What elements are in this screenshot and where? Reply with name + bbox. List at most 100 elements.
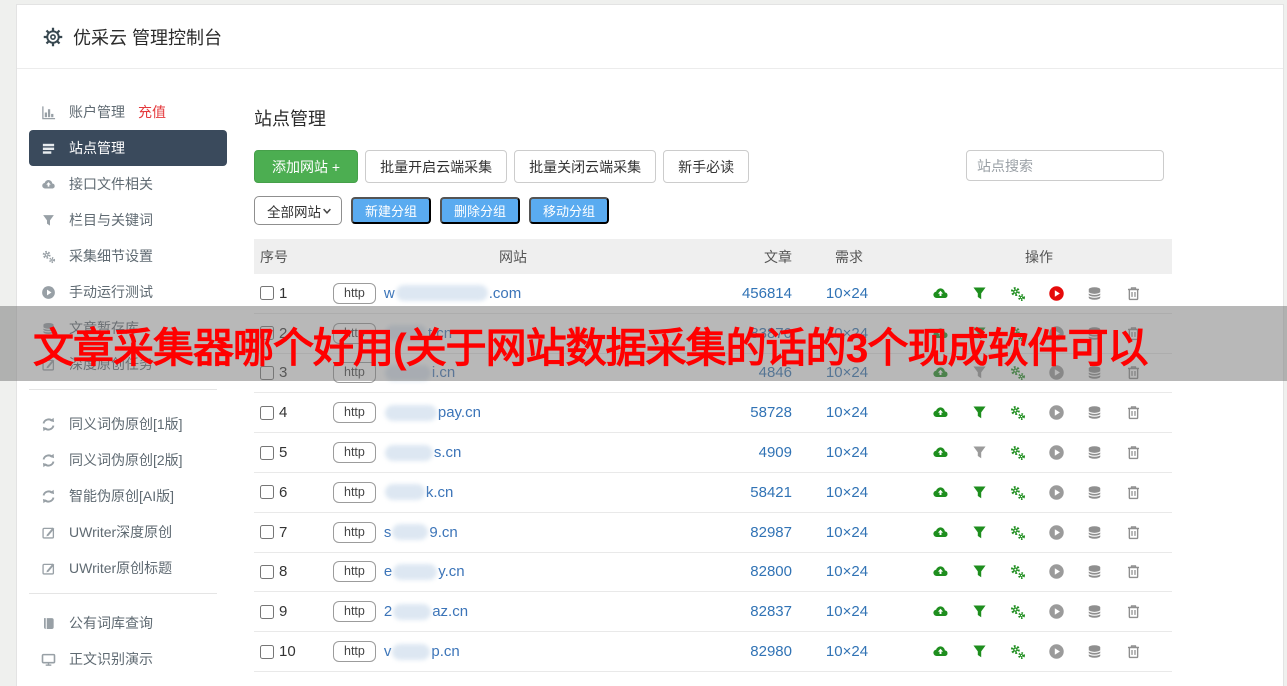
row-checkbox[interactable] — [260, 366, 274, 380]
http-protocol-badge[interactable]: http — [333, 323, 376, 344]
gears-icon[interactable] — [1009, 364, 1026, 381]
http-protocol-badge[interactable]: http — [333, 641, 376, 662]
site-domain[interactable]: pay.cn — [384, 404, 481, 421]
play-icon[interactable] — [1048, 444, 1065, 461]
cloud-upload-icon[interactable] — [932, 364, 949, 381]
site-domain[interactable]: w.com — [384, 285, 521, 302]
cloud-upload-icon[interactable] — [932, 603, 949, 620]
database-icon[interactable] — [1086, 603, 1103, 620]
play-icon[interactable] — [1048, 524, 1065, 541]
http-protocol-badge[interactable]: http — [333, 362, 376, 383]
cloud-upload-icon[interactable] — [932, 325, 949, 342]
group-filter-select[interactable]: 全部网站 — [254, 196, 342, 225]
sidebar-item-interface-files[interactable]: 接口文件相关 — [17, 166, 241, 202]
play-icon[interactable] — [1048, 325, 1065, 342]
play-icon[interactable] — [1048, 285, 1065, 302]
cloud-upload-icon[interactable] — [932, 285, 949, 302]
funnel-icon[interactable] — [971, 404, 988, 421]
trash-icon[interactable] — [1125, 603, 1142, 620]
trash-icon[interactable] — [1125, 404, 1142, 421]
funnel-icon[interactable] — [971, 484, 988, 501]
sidebar-item-account[interactable]: 账户管理 充值 — [17, 94, 241, 130]
http-protocol-badge[interactable]: http — [333, 283, 376, 304]
row-checkbox[interactable] — [260, 565, 274, 579]
http-protocol-badge[interactable]: http — [333, 482, 376, 503]
database-icon[interactable] — [1086, 484, 1103, 501]
http-protocol-badge[interactable]: http — [333, 561, 376, 582]
funnel-icon[interactable] — [971, 603, 988, 620]
row-checkbox[interactable] — [260, 645, 274, 659]
trash-icon[interactable] — [1125, 444, 1142, 461]
demand-value[interactable]: 10×24 — [792, 603, 902, 620]
play-icon[interactable] — [1048, 484, 1065, 501]
article-count[interactable]: 456814 — [702, 285, 792, 302]
funnel-icon[interactable] — [971, 444, 988, 461]
play-icon[interactable] — [1048, 364, 1065, 381]
http-protocol-badge[interactable]: http — [333, 402, 376, 423]
gears-icon[interactable] — [1009, 285, 1026, 302]
http-protocol-badge[interactable]: http — [333, 522, 376, 543]
funnel-icon[interactable] — [971, 643, 988, 660]
article-count[interactable]: 82980 — [702, 643, 792, 660]
cloud-upload-icon[interactable] — [932, 404, 949, 421]
site-domain[interactable]: s9.cn — [384, 524, 458, 541]
trash-icon[interactable] — [1125, 364, 1142, 381]
cloud-upload-icon[interactable] — [932, 524, 949, 541]
delete-group-button[interactable]: 删除分组 — [440, 197, 520, 224]
cloud-upload-icon[interactable] — [932, 444, 949, 461]
funnel-icon[interactable] — [971, 364, 988, 381]
http-protocol-badge[interactable]: http — [333, 442, 376, 463]
trash-icon[interactable] — [1125, 285, 1142, 302]
funnel-icon[interactable] — [971, 524, 988, 541]
sidebar-item-uwriter-deep[interactable]: UWriter深度原创 — [17, 514, 241, 550]
demand-value[interactable]: 10×24 — [792, 444, 902, 461]
site-domain[interactable]: ey.cn — [384, 563, 465, 580]
sidebar-item-deep-original-tasks[interactable]: 深度原创任务 — [17, 346, 241, 382]
trash-icon[interactable] — [1125, 325, 1142, 342]
sidebar-item-content-recognition-demo[interactable]: 正文识别演示 — [17, 641, 241, 677]
sidebar-item-synonym-1[interactable]: 同义词伪原创[1版] — [17, 406, 241, 442]
site-domain[interactable]: t.cn — [384, 325, 452, 342]
article-count[interactable]: 58728 — [702, 404, 792, 421]
article-count[interactable]: 58421 — [702, 484, 792, 501]
sidebar-item-ai-rewrite[interactable]: 智能伪原创[AI版] — [17, 478, 241, 514]
gears-icon[interactable] — [1009, 404, 1026, 421]
demand-value[interactable]: 10×24 — [792, 285, 902, 302]
demand-value[interactable]: 10×24 — [792, 404, 902, 421]
demand-value[interactable]: 10×24 — [792, 643, 902, 660]
trash-icon[interactable] — [1125, 524, 1142, 541]
add-site-button[interactable]: 添加网站 + — [254, 150, 358, 183]
move-group-button[interactable]: 移动分组 — [529, 197, 609, 224]
article-count[interactable]: 82987 — [702, 524, 792, 541]
demand-value[interactable]: 10×24 — [792, 563, 902, 580]
gears-icon[interactable] — [1009, 603, 1026, 620]
site-domain[interactable]: 2az.cn — [384, 603, 468, 620]
article-count[interactable]: 4846 — [702, 364, 792, 381]
site-domain[interactable]: vp.cn — [384, 643, 460, 660]
sidebar-item-uwriter-title[interactable]: UWriter原创标题 — [17, 550, 241, 586]
database-icon[interactable] — [1086, 404, 1103, 421]
play-icon[interactable] — [1048, 603, 1065, 620]
demand-value[interactable]: 10×24 — [792, 484, 902, 501]
sidebar-item-sites[interactable]: 站点管理 — [29, 130, 227, 166]
site-search-input[interactable] — [966, 150, 1164, 181]
gears-icon[interactable] — [1009, 643, 1026, 660]
article-count[interactable]: 82800 — [702, 563, 792, 580]
database-icon[interactable] — [1086, 444, 1103, 461]
database-icon[interactable] — [1086, 364, 1103, 381]
gears-icon[interactable] — [1009, 484, 1026, 501]
recharge-link[interactable]: 充值 — [138, 102, 166, 122]
site-domain[interactable]: s.cn — [384, 444, 462, 461]
cloud-upload-icon[interactable] — [932, 484, 949, 501]
cloud-upload-icon[interactable] — [932, 643, 949, 660]
sidebar-item-public-thesaurus[interactable]: 公有词库查询 — [17, 605, 241, 641]
sidebar-item-manual-test[interactable]: 手动运行测试 — [17, 274, 241, 310]
site-domain[interactable]: k.cn — [384, 484, 454, 501]
gears-icon[interactable] — [1009, 524, 1026, 541]
demand-value[interactable]: 10×24 — [792, 364, 902, 381]
new-group-button[interactable]: 新建分组 — [351, 197, 431, 224]
row-checkbox[interactable] — [260, 485, 274, 499]
row-checkbox[interactable] — [260, 525, 274, 539]
demand-value[interactable]: 10×24 — [792, 524, 902, 541]
batch-enable-cloud-button[interactable]: 批量开启云端采集 — [365, 150, 507, 183]
